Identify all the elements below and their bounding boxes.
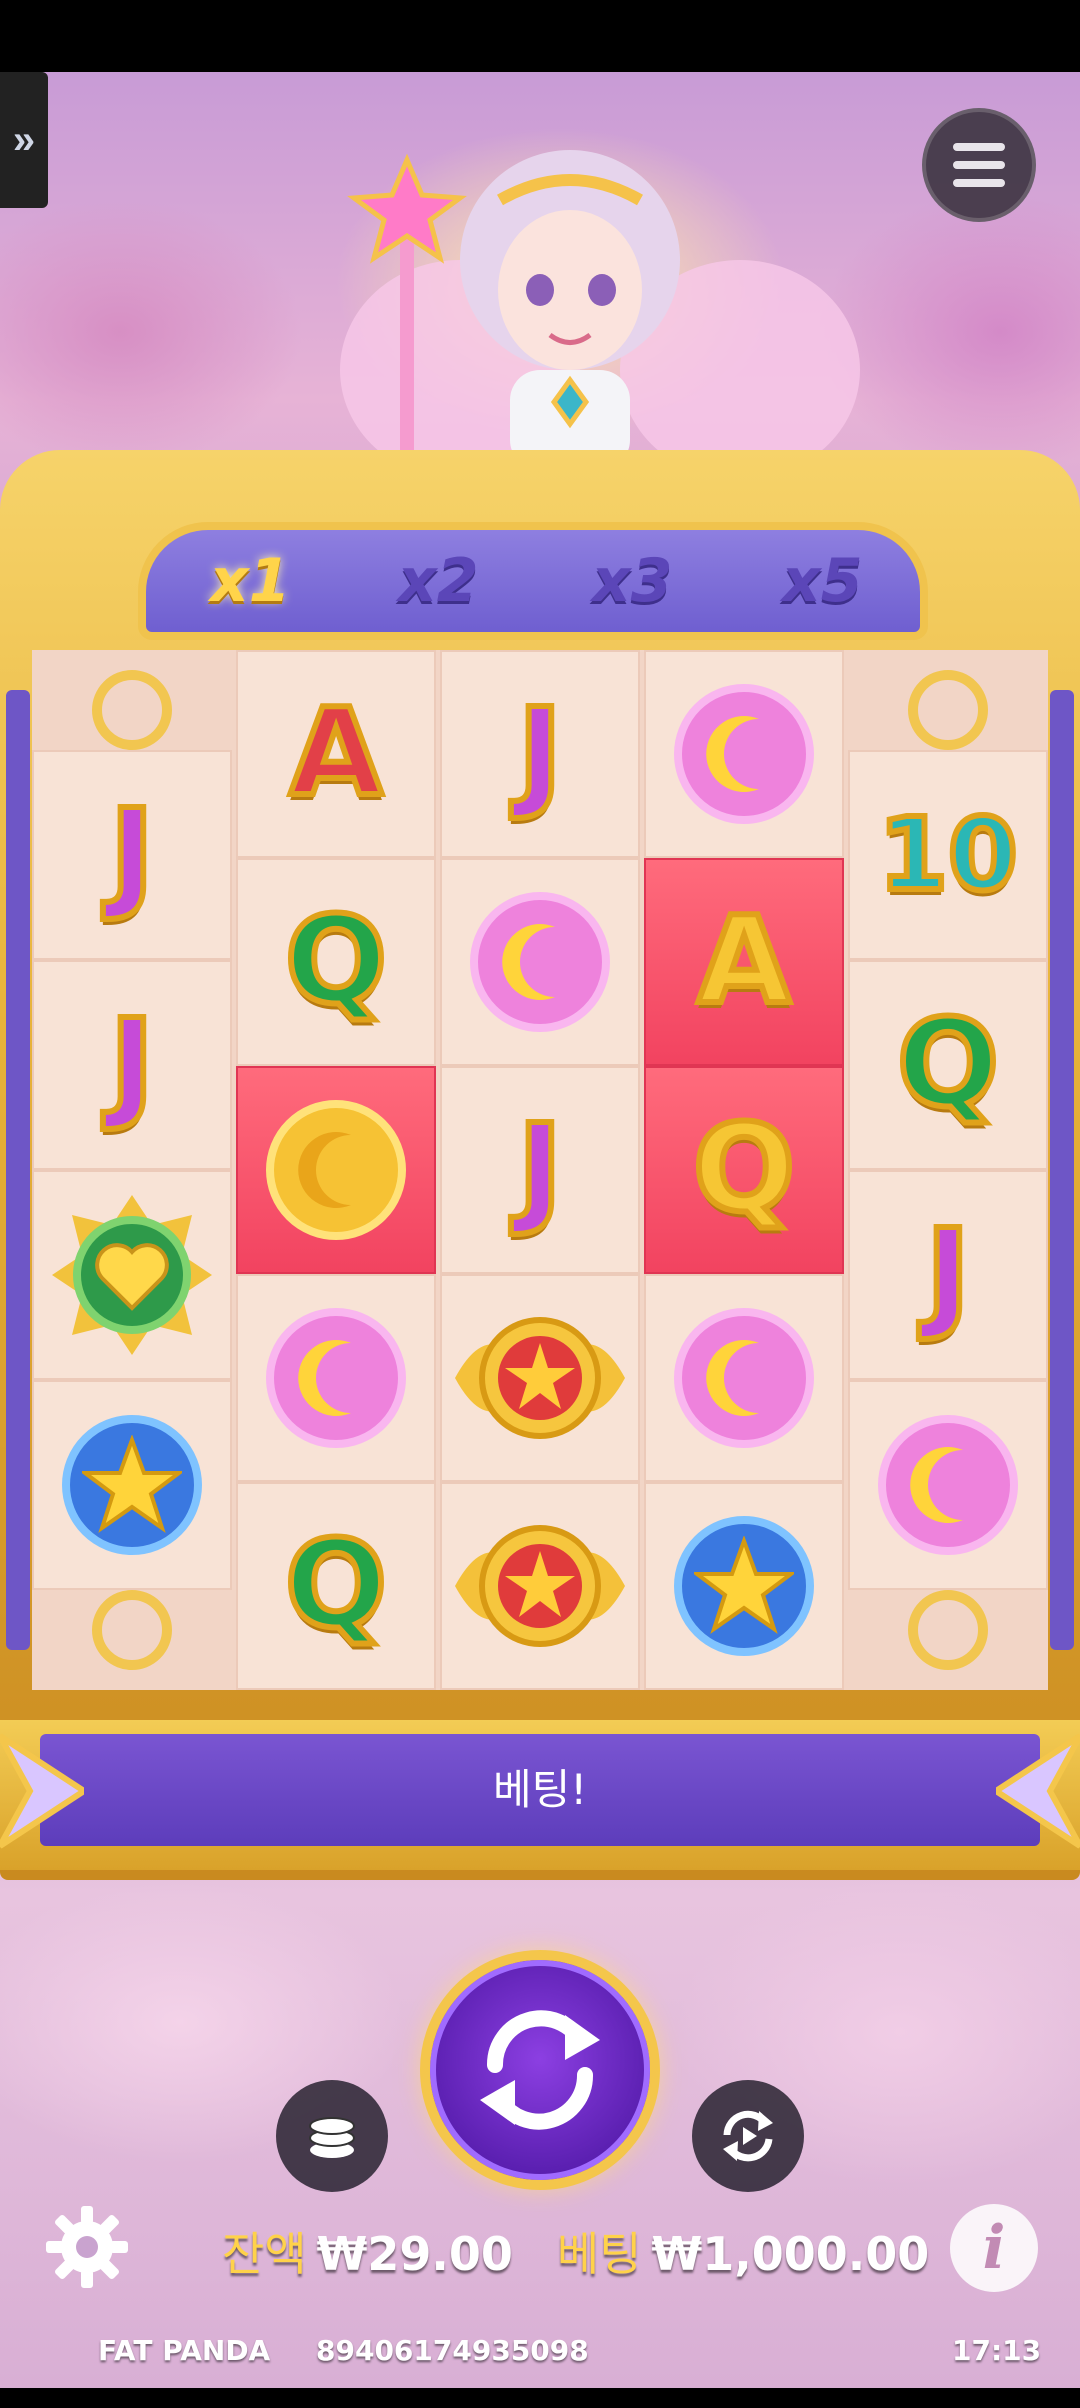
autoplay-icon — [723, 2110, 773, 2162]
balance-value: ₩29.00 — [316, 2227, 513, 2281]
brand-name: FAT PANDA — [98, 2334, 271, 2367]
info-icon: i — [982, 2213, 1006, 2283]
symbol-J: J — [440, 650, 640, 858]
symbol-sun-medallion — [440, 1482, 640, 1690]
symbol-Q-gold: Q — [644, 1066, 844, 1274]
gear-icon[interactable] — [44, 2204, 130, 2290]
bet-label: 베팅 — [556, 2227, 642, 2281]
spin-arrows-icon — [480, 2010, 600, 2130]
symbol-moon-coin — [644, 650, 844, 858]
frame-ornament — [92, 670, 172, 750]
multiplier-bar: x1 x2 x3 x5 — [138, 522, 928, 640]
spin-button[interactable] — [420, 1950, 660, 2190]
star-coin-icon — [62, 1415, 202, 1555]
wallet-display: 잔액 ₩29.00 베팅 ₩1,000.00 — [222, 2218, 929, 2288]
bet-value: ₩1,000.00 — [651, 2227, 930, 2281]
bet-coins-button[interactable] — [276, 2080, 388, 2192]
moon-coin-icon — [266, 1308, 406, 1448]
right-rail — [1050, 690, 1074, 1650]
symbol-moon-coin — [440, 858, 640, 1066]
heart-gem-icon — [52, 1195, 212, 1355]
symbol-10: 10 — [848, 750, 1048, 960]
symbol-Q: Q — [236, 1482, 436, 1690]
sun-medallion-icon — [455, 1525, 625, 1647]
multiplier-x2: x2 — [398, 546, 479, 616]
multiplier-x3: x3 — [592, 546, 673, 616]
frame-ornament — [908, 1590, 988, 1670]
status-bar — [0, 0, 1080, 72]
side-panel-toggle[interactable]: » — [0, 72, 48, 208]
symbol-J: J — [32, 960, 232, 1170]
message-banner: 베팅! — [40, 1734, 1040, 1846]
symbol-star-coin — [32, 1380, 232, 1590]
symbol-Q: Q — [236, 858, 436, 1066]
symbol-moon-coin — [644, 1274, 844, 1482]
symbol-A: A — [236, 650, 436, 858]
symbol-Q: Q — [848, 960, 1048, 1170]
symbol-moon-coin — [236, 1274, 436, 1482]
autoplay-button[interactable] — [692, 2080, 804, 2192]
symbol-J: J — [848, 1170, 1048, 1380]
coin-stack-icon — [309, 2117, 355, 2158]
symbol-J: J — [440, 1066, 640, 1274]
frame-ornament — [908, 670, 988, 750]
footer: FAT PANDA 89406174935098 17:13 — [0, 2320, 1080, 2380]
symbol-sun-medallion — [440, 1274, 640, 1482]
multiplier-x5: x5 — [782, 546, 863, 616]
info-button[interactable]: i — [950, 2204, 1038, 2292]
symbol-moon-coin-gold — [236, 1066, 436, 1274]
symbol-moon-coin — [848, 1380, 1048, 1590]
menu-button[interactable] — [922, 108, 1036, 222]
moon-coin-icon — [878, 1415, 1018, 1555]
balance-label: 잔액 — [222, 2227, 307, 2281]
left-rail — [6, 690, 30, 1650]
symbol-heart-gem — [32, 1170, 232, 1380]
frame-ornament — [92, 1590, 172, 1670]
hamburger-icon — [953, 143, 1005, 151]
sun-medallion-icon — [455, 1317, 625, 1439]
moon-coin-icon — [470, 892, 610, 1032]
symbol-J: J — [32, 750, 232, 960]
moon-coin-icon — [674, 684, 814, 824]
multiplier-x1: x1 — [210, 546, 291, 616]
reel-grid: J J A Q Q J J A Q 10 Q J — [32, 650, 1048, 1690]
moon-coin-gold-icon — [266, 1100, 406, 1240]
symbol-star-coin — [644, 1482, 844, 1690]
session-id: 89406174935098 — [316, 2334, 589, 2367]
sparkle-star-icon — [0, 1733, 84, 1849]
sparkle-star-icon — [996, 1733, 1080, 1849]
star-coin-icon — [674, 1516, 814, 1656]
symbol-A-gold: A — [644, 858, 844, 1066]
fairy-character — [340, 150, 860, 470]
clock: 17:13 — [952, 2334, 1042, 2367]
moon-coin-icon — [674, 1308, 814, 1448]
bottom-bar — [0, 2388, 1080, 2408]
